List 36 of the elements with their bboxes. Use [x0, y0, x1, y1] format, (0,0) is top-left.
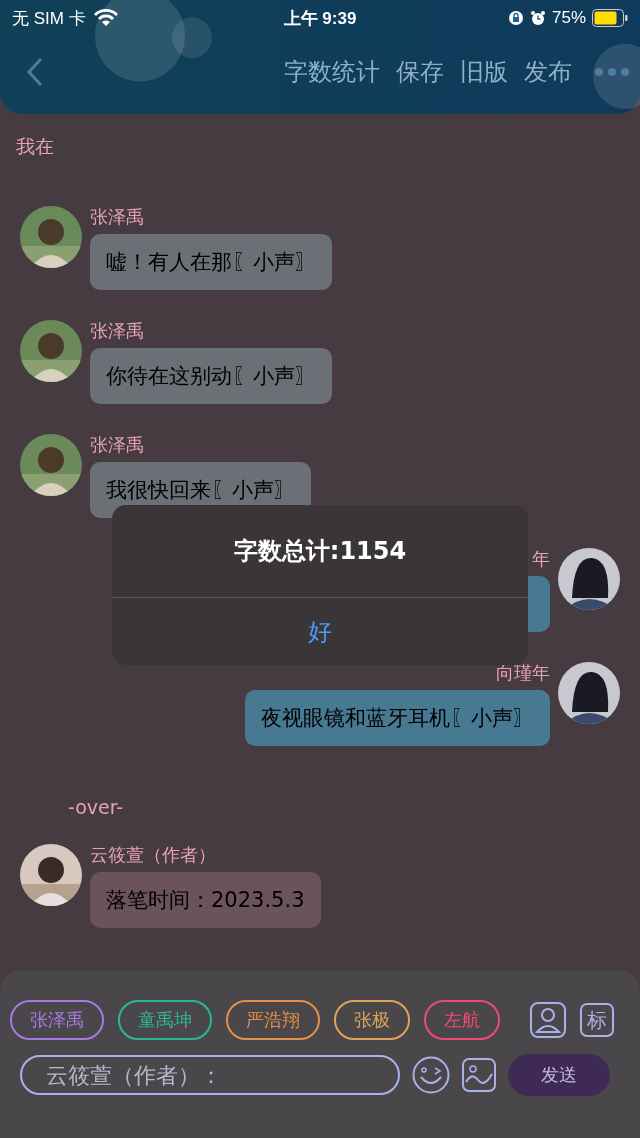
narration-text: -over-	[68, 796, 125, 818]
input-field[interactable]: 云筱萱（作者）：	[20, 1055, 400, 1095]
back-icon[interactable]	[26, 57, 44, 87]
ok-button[interactable]: 好	[112, 598, 528, 665]
role-chip[interactable]: 张极	[334, 1000, 410, 1040]
battery-percent: 75%	[551, 8, 586, 28]
header-action[interactable]: 旧版	[454, 56, 514, 88]
narration-text: 我在	[16, 134, 55, 159]
header-action[interactable]: 字数统计	[278, 56, 386, 88]
message-bubble: 落笔时间：2023.5.3	[90, 872, 321, 928]
clock-time: 上午 9:39	[283, 7, 357, 30]
message-bubble: 嘘！有人在那〖小声〗	[90, 234, 332, 290]
alarm-icon	[529, 10, 546, 26]
message-bubble: 你待在这别动〖小声〗	[90, 348, 332, 404]
sender-name: 张泽禹	[90, 434, 144, 456]
sender-name: 云筱萱（作者）	[90, 844, 216, 866]
role-chip[interactable]: 严浩翔	[226, 1000, 320, 1040]
sender-name: 向瑾年	[496, 662, 550, 684]
message-bubble: 夜视眼镜和蓝牙耳机〖小声〗	[245, 690, 550, 746]
sender-name: 年	[532, 548, 550, 570]
role-chip[interactable]: 张泽禹	[10, 1000, 104, 1040]
emoji-icon[interactable]	[412, 1056, 450, 1094]
battery-icon	[592, 9, 628, 27]
role-chip[interactable]: 左航	[424, 1000, 500, 1040]
person-icon[interactable]	[530, 1002, 566, 1038]
sender-name: 张泽禹	[90, 320, 144, 342]
wifi-icon	[93, 9, 118, 27]
send-button[interactable]: 发送	[508, 1054, 610, 1096]
header-action[interactable]: 发布	[518, 56, 578, 88]
carrier-label: 无 SIM 卡	[12, 7, 86, 30]
image-icon[interactable]	[462, 1058, 496, 1092]
sender-name: 张泽禹	[90, 206, 144, 228]
role-chip[interactable]: 童禹坤	[118, 1000, 212, 1040]
header-action[interactable]: 保存	[390, 56, 450, 88]
mark-button[interactable]: 标	[580, 1003, 614, 1037]
alert-title: 字数总计:1154	[112, 505, 528, 598]
